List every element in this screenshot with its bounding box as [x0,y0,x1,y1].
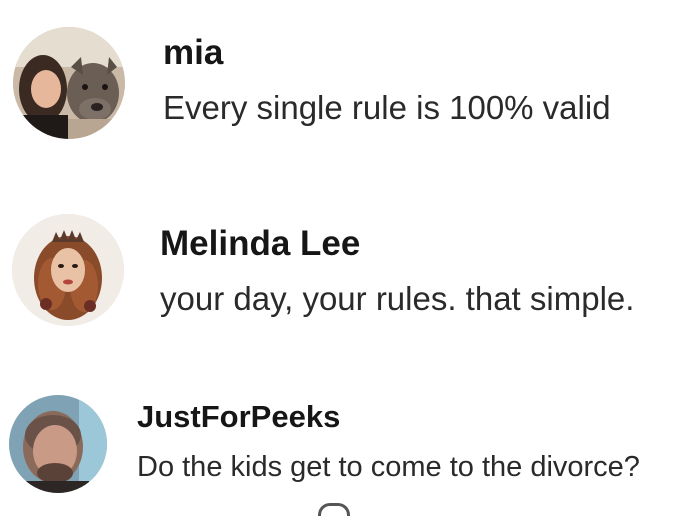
avatar[interactable] [9,395,107,493]
avatar-man-portrait-icon [9,395,107,493]
comment-text: Do the kids get to come to the divorce? [137,451,640,483]
next-avatar-edge [318,503,350,516]
comment-username[interactable]: JustForPeeks [137,399,340,435]
comment-item: JustForPeeks Do the kids get to come to … [0,0,700,508]
